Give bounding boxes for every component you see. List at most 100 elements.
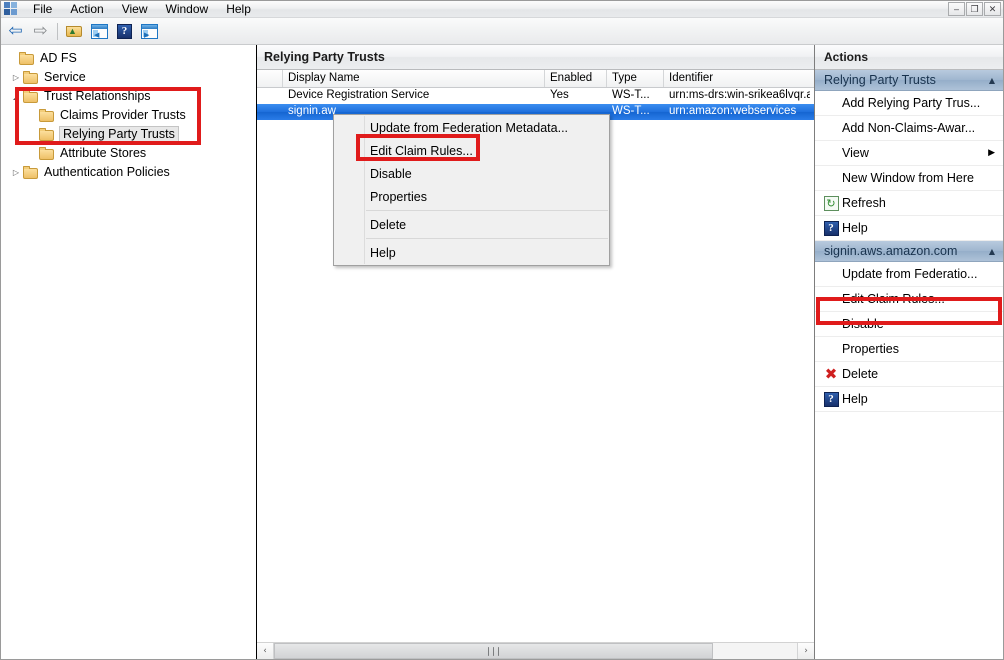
folder-icon xyxy=(39,109,55,122)
tree-item-label: Claims Provider Trusts xyxy=(60,108,186,122)
action-label: Help xyxy=(842,221,868,235)
menu-window[interactable]: Window xyxy=(157,1,218,18)
column-header-gutter[interactable] xyxy=(257,70,283,87)
column-header-type[interactable]: Type xyxy=(607,70,664,87)
console-tree-pane: AD FS ▷ Service ◢ Trust Relationships Cl… xyxy=(1,45,257,659)
action-label: Delete xyxy=(842,367,879,381)
help-icon-wrap: ? xyxy=(820,220,842,236)
submenu-arrow-icon: ▶ xyxy=(988,148,995,158)
action-refresh[interactable]: ↻ Refresh xyxy=(815,191,1003,216)
menu-action[interactable]: Action xyxy=(61,1,112,18)
chevron-up-icon[interactable]: ▲ xyxy=(989,247,995,256)
folder-icon xyxy=(23,90,39,103)
column-header-identifier[interactable]: Identifier xyxy=(664,70,810,87)
action-new-window-from-here[interactable]: New Window from Here xyxy=(815,166,1003,191)
folder-icon xyxy=(39,128,55,141)
column-header-enabled[interactable]: Enabled xyxy=(545,70,607,87)
show-hide-console-tree-button[interactable]: ◀ xyxy=(88,20,111,42)
context-menu-separator xyxy=(366,238,608,239)
tree-item-ad-fs[interactable]: AD FS xyxy=(1,49,256,68)
actions-group-header-relying-party-trusts[interactable]: Relying Party Trusts ▲ xyxy=(815,70,1003,91)
action-help-signin[interactable]: ? Help xyxy=(815,387,1003,412)
actions-pane-title: Actions xyxy=(815,45,1003,70)
action-label: New Window from Here xyxy=(842,171,974,185)
minimize-button[interactable]: – xyxy=(948,2,965,16)
action-add-relying-party-trust[interactable]: Add Relying Party Trus... xyxy=(815,91,1003,116)
delete-icon: ✖ xyxy=(824,364,838,383)
folder-icon xyxy=(23,166,39,179)
expander-icon[interactable]: ▷ xyxy=(9,68,23,87)
action-label: Refresh xyxy=(842,196,886,210)
refresh-icon: ↻ xyxy=(823,195,839,211)
tree-item-attribute-stores[interactable]: Attribute Stores xyxy=(1,144,256,163)
help-button[interactable]: ? xyxy=(113,20,136,42)
column-header-display-name[interactable]: Display Name xyxy=(283,70,545,87)
delete-icon-wrap: ✖ xyxy=(820,364,842,383)
scroll-right-button[interactable]: › xyxy=(797,643,814,659)
context-menu-item-edit-claim-rules[interactable]: Edit Claim Rules... xyxy=(334,139,609,162)
tree-item-trust-relationships[interactable]: ◢ Trust Relationships xyxy=(1,87,256,106)
help-icon: ? xyxy=(823,220,839,236)
action-properties[interactable]: Properties xyxy=(815,337,1003,362)
restore-button[interactable]: ❐ xyxy=(966,2,983,16)
cell-identifier: urn:amazon:webservices xyxy=(669,105,797,117)
mmc-console-window: File Action View Window Help – ❐ ✕ ⇦ ⇨ ▲ xyxy=(0,0,1004,660)
action-help[interactable]: ? Help xyxy=(815,216,1003,241)
results-pane-title: Relying Party Trusts xyxy=(257,45,814,70)
action-label: Update from Federatio... xyxy=(842,267,978,281)
context-menu-item-delete[interactable]: Delete xyxy=(334,213,609,236)
action-view[interactable]: View ▶ xyxy=(815,141,1003,166)
scrollbar-thumb[interactable]: ∣∣∣ xyxy=(274,643,714,659)
action-label: Edit Claim Rules... xyxy=(842,292,945,306)
scrollbar-track[interactable]: ∣∣∣ xyxy=(274,643,797,659)
console-tree: AD FS ▷ Service ◢ Trust Relationships Cl… xyxy=(1,45,256,182)
forward-button[interactable]: ⇨ xyxy=(29,20,52,42)
folder-up-icon: ▲ xyxy=(66,24,83,38)
scroll-left-button[interactable]: ‹ xyxy=(257,643,274,659)
context-menu-item-help[interactable]: Help xyxy=(334,241,609,264)
context-menu-item-disable[interactable]: Disable xyxy=(334,162,609,185)
actions-group-label: signin.aws.amazon.com xyxy=(824,244,958,258)
tree-item-service[interactable]: ▷ Service xyxy=(1,68,256,87)
action-update-from-federation-metadata[interactable]: Update from Federatio... xyxy=(815,262,1003,287)
expander-icon[interactable]: ▷ xyxy=(9,163,23,182)
menu-view[interactable]: View xyxy=(113,1,157,18)
action-label: Add Relying Party Trus... xyxy=(842,96,981,110)
action-disable[interactable]: Disable xyxy=(815,312,1003,337)
tree-item-label: Relying Party Trusts xyxy=(59,126,179,143)
tree-item-relying-party-trusts[interactable]: Relying Party Trusts xyxy=(1,125,256,144)
list-header-row: Display Name Enabled Type Identifier xyxy=(257,70,814,88)
context-menu-item-properties[interactable]: Properties xyxy=(334,185,609,208)
action-delete[interactable]: ✖ Delete xyxy=(815,362,1003,387)
folder-icon xyxy=(39,147,55,160)
tree-item-label: Attribute Stores xyxy=(60,146,147,160)
help-icon: ? xyxy=(823,391,839,407)
chevron-up-icon[interactable]: ▲ xyxy=(989,76,995,85)
refresh-icon-wrap: ↻ xyxy=(820,195,842,211)
action-add-non-claims-aware-trust[interactable]: Add Non-Claims-Awar... xyxy=(815,116,1003,141)
table-row[interactable]: Device Registration Service Yes WS-T... … xyxy=(257,88,814,104)
expander-icon[interactable]: ◢ xyxy=(9,87,23,106)
cell-type: WS-T... xyxy=(612,89,650,101)
action-label: Help xyxy=(842,392,868,406)
context-menu-item-update-from-federation-metadata[interactable]: Update from Federation Metadata... xyxy=(334,116,609,139)
tree-item-label: Service xyxy=(44,70,86,84)
console-tree-icon: ◀ xyxy=(91,23,108,39)
horizontal-scrollbar[interactable]: ‹ ∣∣∣ › xyxy=(257,642,814,659)
tree-item-authentication-policies[interactable]: ▷ Authentication Policies xyxy=(1,163,256,182)
tree-item-label: Trust Relationships xyxy=(44,89,151,103)
cell-display-name: Device Registration Service xyxy=(288,89,430,101)
actions-pane: Actions Relying Party Trusts ▲ Add Relyi… xyxy=(815,45,1003,659)
help-icon: ? xyxy=(117,23,132,39)
show-hide-action-pane-button[interactable]: ▶ xyxy=(138,20,161,42)
menu-file[interactable]: File xyxy=(24,1,61,18)
close-button[interactable]: ✕ xyxy=(984,2,1001,16)
back-button[interactable]: ⇦ xyxy=(4,20,27,42)
expander-icon[interactable] xyxy=(5,49,19,68)
actions-group-header-signin-aws-amazon-com[interactable]: signin.aws.amazon.com ▲ xyxy=(815,241,1003,262)
tree-item-claims-provider-trusts[interactable]: Claims Provider Trusts xyxy=(1,106,256,125)
up-one-level-button[interactable]: ▲ xyxy=(63,20,86,42)
menu-help[interactable]: Help xyxy=(217,1,260,18)
action-edit-claim-rules[interactable]: Edit Claim Rules... xyxy=(815,287,1003,312)
folder-icon xyxy=(19,52,35,65)
